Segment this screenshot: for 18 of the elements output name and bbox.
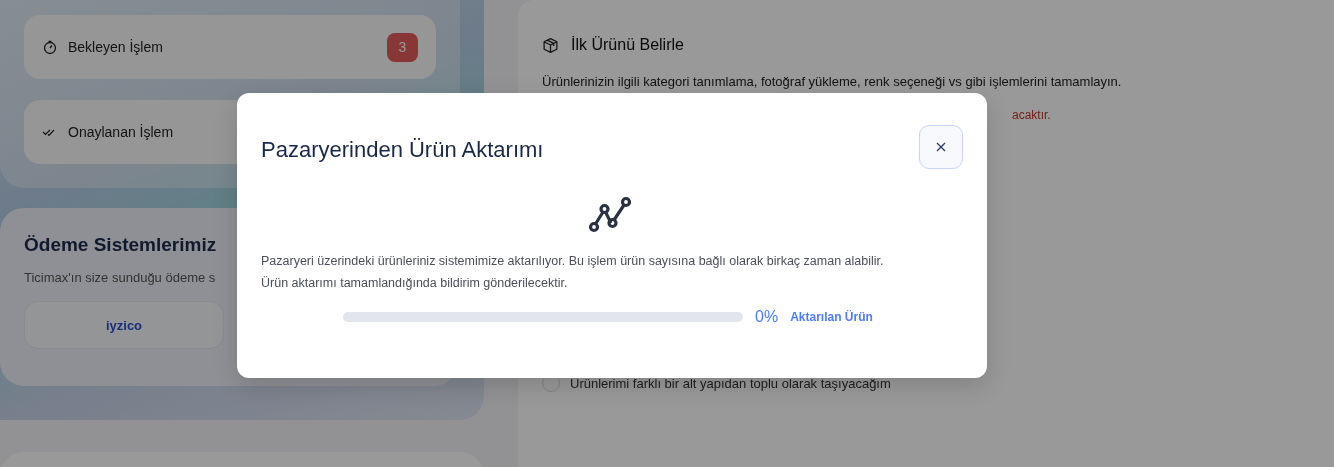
payment-description: Ticimax'ın size sunduğu ödeme s (24, 270, 216, 285)
section-description: Ürünlerinizin ilgili kategori tanımlama, fotoğraf yükleme, renk seçeneği vs gibi işlemlerini tamamlayın. (542, 74, 1123, 89)
provider-button[interactable]: iyzico (24, 301, 224, 349)
section-title: İlk Ürünü Belirle (571, 36, 684, 54)
stat-row[interactable]: Bekleyen İşlem 3 (24, 15, 436, 79)
close-button[interactable] (919, 125, 963, 169)
count-badge: 3 (387, 32, 418, 62)
box-icon (542, 36, 559, 54)
close-icon (935, 141, 947, 153)
option-label: Ürünlerimi farklı bir alt yapıdan toplu olarak taşıyacağım (570, 375, 891, 391)
stopwatch-icon (42, 39, 58, 55)
progress-percent: 0% (755, 308, 779, 326)
progress-label: Aktarılan Ürün (790, 310, 873, 324)
stat-label: Bekleyen İşlem (68, 39, 164, 55)
modal-message: Pazaryeri üzerindeki ürünleriniz sistemimize aktarılıyor. Bu işlem ürün sayısına bağlı olarak birkaç zaman alabilir. Ürün aktarımı tamamlandığında bildirim gönderilecektir. (261, 253, 885, 292)
payment-title: Ödeme Sistemlerimiz (24, 234, 218, 256)
warning-text: acaktır. (1011, 108, 1052, 122)
stat-label: Onaylanan İşlem (68, 124, 175, 140)
